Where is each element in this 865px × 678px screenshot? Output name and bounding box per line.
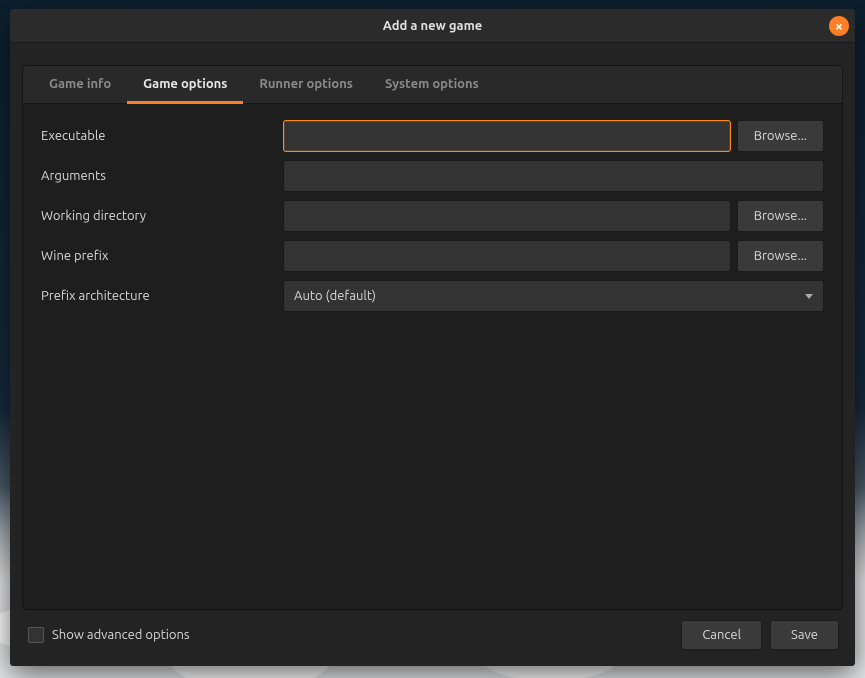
tab-label: Game info (49, 77, 111, 91)
tab-panel: Game info Game options Runner options Sy… (22, 65, 843, 610)
prefix-architecture-select[interactable]: Auto (default) (283, 280, 824, 312)
arguments-input[interactable] (283, 160, 824, 192)
close-icon: × (835, 19, 843, 33)
browse-label: Browse... (754, 209, 807, 223)
row-working-directory: Working directory Browse... (41, 200, 824, 232)
control-wrap: Browse... (283, 200, 824, 232)
button-label: Cancel (702, 628, 741, 642)
label-executable: Executable (41, 129, 283, 143)
label-arguments: Arguments (41, 169, 283, 183)
browse-label: Browse... (754, 249, 807, 263)
browse-wine-prefix-button[interactable]: Browse... (737, 240, 824, 272)
dialog-titlebar: Add a new game × (10, 9, 855, 43)
tab-game-options[interactable]: Game options (127, 66, 243, 104)
cancel-button[interactable]: Cancel (681, 620, 762, 650)
tab-label: System options (385, 77, 479, 91)
executable-input[interactable] (283, 120, 731, 152)
checkbox-icon (28, 627, 44, 643)
add-game-dialog: Add a new game × Game info Game options … (10, 9, 855, 666)
row-wine-prefix: Wine prefix Browse... (41, 240, 824, 272)
show-advanced-toggle[interactable]: Show advanced options (26, 627, 673, 643)
wine-prefix-input[interactable] (283, 240, 731, 272)
show-advanced-label: Show advanced options (52, 628, 190, 642)
form-area: Executable Browse... Arguments W (23, 104, 842, 609)
working-directory-input[interactable] (283, 200, 731, 232)
dialog-footer: Show advanced options Cancel Save (22, 610, 843, 654)
browse-working-directory-button[interactable]: Browse... (737, 200, 824, 232)
control-wrap: Browse... (283, 120, 824, 152)
close-button[interactable]: × (829, 16, 849, 36)
tab-label: Runner options (259, 77, 353, 91)
tab-runner-options[interactable]: Runner options (243, 66, 369, 104)
tab-label: Game options (143, 77, 227, 91)
tab-game-info[interactable]: Game info (33, 66, 127, 104)
chevron-down-icon (805, 294, 813, 299)
save-button[interactable]: Save (770, 620, 839, 650)
browse-executable-button[interactable]: Browse... (737, 120, 824, 152)
row-prefix-architecture: Prefix architecture Auto (default) (41, 280, 824, 312)
browse-label: Browse... (754, 129, 807, 143)
control-wrap (283, 160, 824, 192)
row-executable: Executable Browse... (41, 120, 824, 152)
label-working-directory: Working directory (41, 209, 283, 223)
control-wrap: Browse... (283, 240, 824, 272)
label-wine-prefix: Wine prefix (41, 249, 283, 263)
row-arguments: Arguments (41, 160, 824, 192)
label-prefix-architecture: Prefix architecture (41, 289, 283, 303)
tab-bar: Game info Game options Runner options Sy… (23, 66, 842, 104)
tab-system-options[interactable]: System options (369, 66, 495, 104)
dialog-title: Add a new game (383, 19, 483, 33)
dialog-body: Game info Game options Runner options Sy… (10, 43, 855, 666)
select-value: Auto (default) (294, 289, 376, 303)
control-wrap: Auto (default) (283, 280, 824, 312)
button-label: Save (791, 628, 818, 642)
